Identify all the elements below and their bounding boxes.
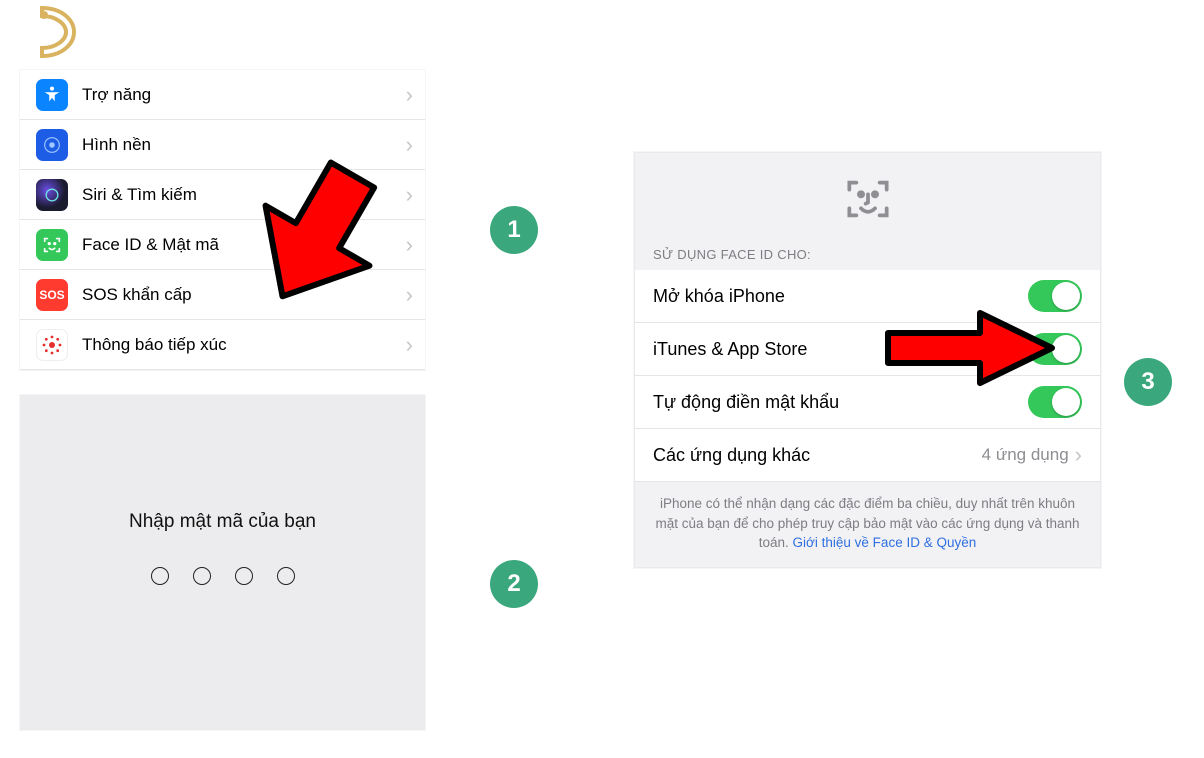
chevron-right-icon: › — [397, 332, 425, 358]
passcode-title: Nhập mật mã của bạn — [129, 511, 316, 533]
settings-row-label: Hình nền — [82, 135, 397, 155]
chevron-right-icon: › — [397, 182, 425, 208]
faceid-row-autofill: Tự động điền mật khẩu — [635, 376, 1100, 429]
settings-row-accessibility[interactable]: Trợ năng › — [20, 70, 425, 120]
toggle-switch[interactable] — [1028, 333, 1082, 365]
passcode-dot — [235, 567, 253, 585]
settings-row-faceid[interactable]: Face ID & Mật mã › — [20, 220, 425, 270]
settings-row-label: Trợ năng — [82, 85, 397, 105]
chevron-right-icon: › — [397, 132, 425, 158]
toggle-switch[interactable] — [1028, 280, 1082, 312]
faceid-row-label: Tự động điền mật khẩu — [653, 392, 1028, 413]
settings-row-label: Face ID & Mật mã — [82, 235, 397, 255]
exposure-icon — [36, 329, 68, 361]
settings-row-label: SOS khẩn cấp — [82, 285, 397, 305]
chevron-right-icon: › — [1075, 442, 1082, 468]
wallpaper-icon — [36, 129, 68, 161]
passcode-dot — [193, 567, 211, 585]
brand-logo — [22, 2, 82, 62]
passcode-dots[interactable] — [151, 567, 295, 585]
sos-icon: SOS — [36, 279, 68, 311]
faceid-footer-note: iPhone có thể nhận dạng các đặc điểm ba … — [635, 482, 1100, 567]
passcode-dot — [151, 567, 169, 585]
passcode-entry-panel: Nhập mật mã của bạn — [20, 395, 425, 730]
faceid-learn-more-link[interactable]: Giới thiệu về Face ID & Quyền — [793, 535, 977, 550]
passcode-dot — [277, 567, 295, 585]
accessibility-icon — [36, 79, 68, 111]
siri-icon — [36, 179, 68, 211]
face-id-icon — [36, 229, 68, 261]
faceid-row-label: Các ứng dụng khác — [653, 445, 982, 466]
settings-row-exposure[interactable]: Thông báo tiếp xúc › — [20, 320, 425, 370]
toggle-switch[interactable] — [1028, 386, 1082, 418]
faceid-row-other-apps[interactable]: Các ứng dụng khác 4 ứng dụng › — [635, 429, 1100, 482]
step-badge-1: 1 — [490, 206, 538, 254]
chevron-right-icon: › — [397, 82, 425, 108]
step-badge-3: 3 — [1124, 358, 1172, 406]
faceid-row-label: iTunes & App Store — [653, 339, 1028, 360]
faceid-row-detail: 4 ứng dụng — [982, 445, 1069, 465]
faceid-row-label: Mở khóa iPhone — [653, 286, 1028, 307]
chevron-right-icon: › — [397, 232, 425, 258]
settings-row-label: Siri & Tìm kiếm — [82, 185, 397, 205]
settings-row-siri[interactable]: Siri & Tìm kiếm › — [20, 170, 425, 220]
settings-row-sos[interactable]: SOS SOS khẩn cấp › — [20, 270, 425, 320]
step-badge-2: 2 — [490, 560, 538, 608]
chevron-right-icon: › — [397, 282, 425, 308]
section-header: SỬ DỤNG FACE ID CHO: — [635, 245, 1100, 270]
settings-list-panel: Trợ năng › Hình nền › Siri & Tìm kiếm › … — [20, 70, 425, 370]
faceid-row-unlock: Mở khóa iPhone — [635, 270, 1100, 323]
settings-row-label: Thông báo tiếp xúc — [82, 335, 397, 355]
faceid-settings-panel: SỬ DỤNG FACE ID CHO: Mở khóa iPhone iTun… — [634, 152, 1101, 568]
settings-row-wallpaper[interactable]: Hình nền › — [20, 120, 425, 170]
face-id-glyph-icon — [635, 153, 1100, 245]
faceid-row-itunes: iTunes & App Store — [635, 323, 1100, 376]
